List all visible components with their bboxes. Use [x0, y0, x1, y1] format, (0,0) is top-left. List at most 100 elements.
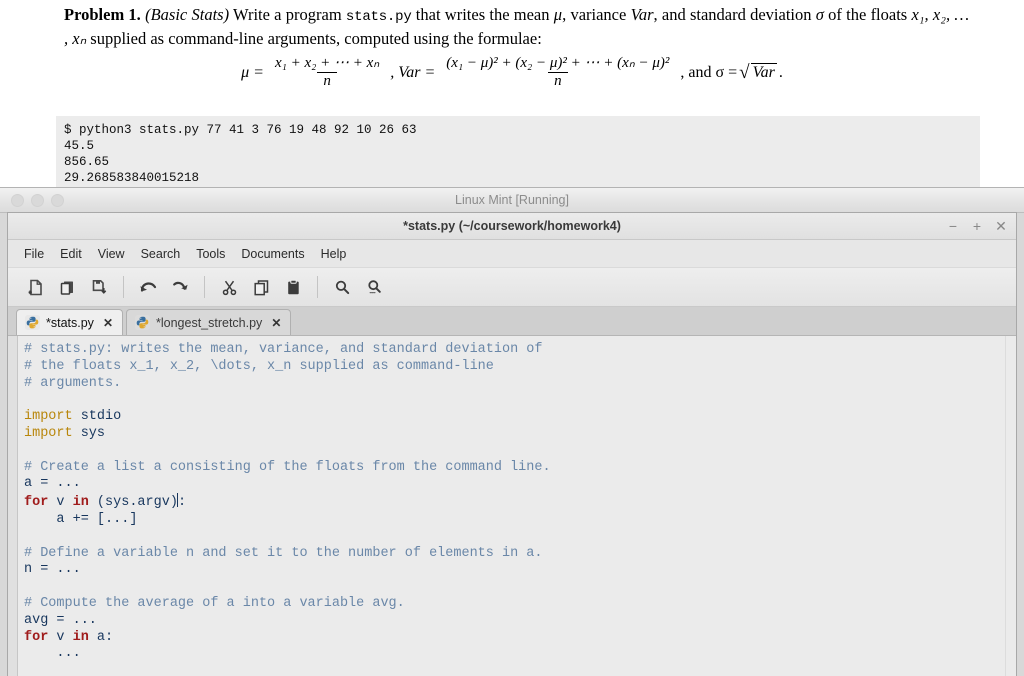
editor-area: # stats.py: writes the mean, variance, a… [8, 336, 1016, 676]
symbol-mu: μ [553, 5, 563, 24]
copy-button[interactable] [246, 273, 276, 301]
editor-right-margin [1005, 336, 1016, 676]
redo-button[interactable] [165, 273, 195, 301]
code-line: # arguments. [24, 376, 1016, 393]
formula-block: μ = x₁ + x₂ + ⋯ + xₙ n , Var = (x₁ − μ)²… [0, 56, 1024, 89]
toolbar-separator [123, 276, 124, 298]
code-line: # stats.py: writes the mean, variance, a… [24, 342, 1016, 359]
tab-stats-py[interactable]: *stats.py ✕ [16, 309, 123, 335]
problem-label: Problem 1. [64, 5, 141, 24]
code-token: a: [88, 629, 114, 645]
maximize-button[interactable]: + [970, 217, 984, 235]
new-document-button[interactable] [20, 273, 50, 301]
transcript-line: 29.268583840015218 [64, 171, 200, 185]
menu-item-help[interactable]: Help [313, 244, 355, 264]
menu-item-documents[interactable]: Documents [233, 244, 312, 264]
code-token: # arguments. [24, 375, 122, 391]
tab-close-icon[interactable]: ✕ [103, 316, 113, 330]
code-token: sys [72, 425, 106, 441]
code-token: for [24, 629, 49, 645]
find-button[interactable] [327, 273, 357, 301]
app-title-text: *stats.py (~/coursework/homework4) [403, 219, 621, 233]
undo-button[interactable] [133, 273, 163, 301]
code-token: # Create a list a consisting of the floa… [24, 459, 551, 475]
formula-var-denominator: n [548, 72, 568, 89]
body-text-5: of the floats [823, 5, 912, 24]
save-button[interactable] [84, 273, 114, 301]
app-titlebar[interactable]: *stats.py (~/coursework/homework4) − + ✕ [8, 213, 1016, 240]
code-token: import [24, 425, 73, 441]
window-controls[interactable]: − + ✕ [946, 213, 1008, 239]
tab-longest-stretch-py[interactable]: *longest_stretch.py ✕ [126, 309, 292, 335]
redo-icon [171, 279, 190, 296]
code-text-area[interactable]: # stats.py: writes the mean, variance, a… [18, 336, 1016, 676]
menu-item-tools[interactable]: Tools [188, 244, 233, 264]
toolbar-separator [204, 276, 205, 298]
formula-tail-sigma: , and σ = [680, 63, 738, 81]
menu-item-edit[interactable]: Edit [52, 244, 90, 264]
menu-item-view[interactable]: View [90, 244, 133, 264]
body-text-6: supplied as command-line arguments, comp… [86, 29, 542, 48]
open-folder-icon [59, 279, 76, 296]
vm-titlebar[interactable]: Linux Mint [Running] [0, 188, 1024, 213]
editor-left-margin [8, 336, 18, 676]
code-line: a = ... [24, 476, 1016, 493]
replace-button[interactable] [359, 273, 389, 301]
cut-button[interactable] [214, 273, 244, 301]
tab-label: *longest_stretch.py [156, 315, 263, 330]
tab-label: *stats.py [46, 315, 94, 330]
body-text-2: that writes the mean [411, 5, 554, 24]
code-token: avg = ... [24, 612, 97, 628]
code-token: for [24, 495, 49, 511]
menu-item-file[interactable]: File [16, 244, 52, 264]
code-token: (sys.argv) [88, 495, 178, 511]
open-folder-button[interactable] [52, 273, 82, 301]
paste-button[interactable] [278, 273, 308, 301]
code-token: # Define a variable n and set it to the … [24, 545, 543, 561]
cut-scissors-icon [221, 279, 238, 296]
code-token: in [72, 629, 89, 645]
toolbar-separator [317, 276, 318, 298]
formula-mu-numerator: x₁ + x₂ + ⋯ + xₙ [274, 55, 380, 71]
code-line: # the floats x_1, x_2, \dots, x_n suppli… [24, 359, 1016, 376]
code-token: a += [...] [24, 511, 138, 527]
paste-clipboard-icon [285, 279, 302, 296]
python-file-icon [25, 315, 40, 330]
copy-icon [253, 279, 270, 296]
code-line: avg = ... [24, 613, 1016, 630]
code-token: in [72, 495, 89, 511]
code-token: ... [24, 646, 81, 662]
symbol-sigma: σ [815, 5, 824, 24]
inline-code-statspy: stats.py [345, 9, 412, 25]
body-text-1: Write a program [229, 5, 346, 24]
code-line: # Define a variable n and set it to the … [24, 546, 1016, 563]
python-file-icon [135, 315, 150, 330]
code-token: v [48, 629, 73, 645]
code-token: stdio [72, 409, 122, 425]
tab-close-icon[interactable]: ✕ [271, 316, 281, 330]
minimize-button[interactable]: − [946, 217, 960, 235]
close-button[interactable]: ✕ [994, 217, 1008, 235]
terminal-transcript-block: $ python3 stats.py 77 41 3 76 19 48 92 1… [56, 116, 980, 194]
formula-var-fraction: (x₁ − μ)² + (x₂ − μ)² + ⋯ + (xₙ − μ)² n [440, 56, 675, 89]
transcript-line: 45.5 [64, 139, 95, 153]
body-text-3: , variance [562, 5, 631, 24]
problem-topic: (Basic Stats) [145, 5, 230, 24]
menu-item-search[interactable]: Search [133, 244, 189, 264]
code-line: for v in a: [24, 630, 1016, 647]
transcript-line: $ python3 stats.py 77 41 3 76 19 48 92 1… [64, 123, 417, 137]
code-token: # stats.py: writes the mean, variance, a… [24, 342, 543, 357]
code-token: n = ... [24, 562, 81, 578]
code-line: for v in (sys.argv): [24, 493, 1016, 512]
formula-period: . [778, 63, 783, 81]
vm-title-text: Linux Mint [Running] [455, 193, 569, 207]
menu-bar: File Edit View Search Tools Documents He… [8, 240, 1016, 268]
formula-var-numerator: (x₁ − μ)² + (x₂ − μ)² + ⋯ + (xₙ − μ)² [446, 55, 670, 71]
body-text-4: , and standard deviation [653, 5, 816, 24]
formula-row: μ = x₁ + x₂ + ⋯ + xₙ n , Var = (x₁ − μ)²… [241, 56, 783, 89]
gedit-window: *stats.py (~/coursework/homework4) − + ✕… [7, 212, 1017, 676]
